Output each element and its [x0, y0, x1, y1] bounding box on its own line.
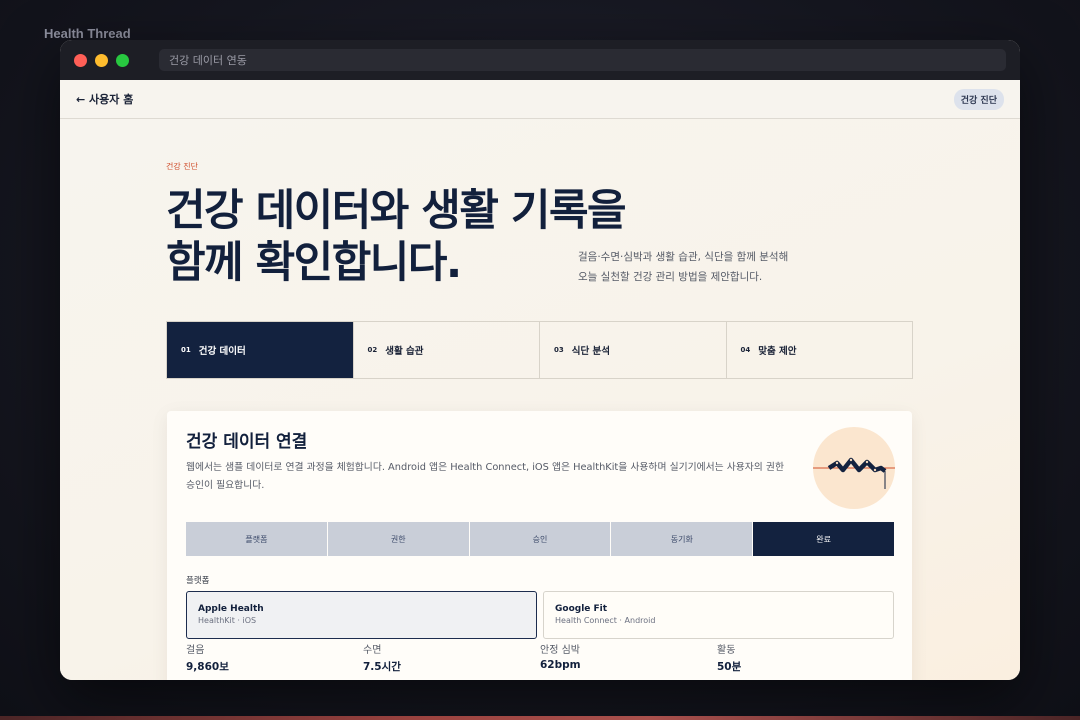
metric-activity: 활동 50분 [717, 641, 894, 674]
card-title: 건강 데이터 연결 [186, 432, 308, 452]
metric-value: 62bpm [540, 659, 581, 671]
tab-complete[interactable]: 완료 [753, 522, 894, 556]
metric-steps: 걸음 9,860보 [186, 641, 363, 674]
page-headline: 건강 데이터와 생활 기록을 함께 확인합니다. [166, 185, 627, 289]
metric-label: 활동 [717, 645, 736, 656]
step-health-data[interactable]: 01 건강 데이터 [167, 322, 354, 378]
health-check-badge[interactable]: 건강 진단 [953, 88, 1004, 110]
tab-approval[interactable]: 승인 [469, 522, 611, 556]
browser-window: 건강 데이터 연동 ← 사용자 홈 건강 진단 건강 진단 건강 데이터와 생활… [60, 40, 1020, 680]
connection-progress-tabs: 플랫폼 권한 승인 동기화 완료 [186, 522, 894, 556]
top-navigation: ← 사용자 홈 건강 진단 [60, 80, 1020, 119]
metric-value: 7.5시간 [363, 661, 401, 673]
minimize-window-button[interactable] [95, 53, 108, 67]
platform-option-google-fit[interactable]: Google Fit Health Connect · Android [543, 591, 894, 639]
metric-label: 안정 심박 [540, 645, 580, 656]
step-number: 04 [740, 346, 751, 354]
intro-line-2: 오늘 실천할 건강 관리 방법을 제안합니다. [578, 271, 763, 283]
platform-option-apple-health[interactable]: Apple Health HealthKit · iOS [186, 591, 537, 639]
metric-label: 수면 [363, 645, 382, 656]
step-number: 01 [181, 346, 191, 354]
platform-subtitle: Health Connect · Android [555, 616, 656, 625]
maximize-window-button[interactable] [116, 53, 129, 67]
tab-permission[interactable]: 권한 [327, 522, 469, 556]
metric-value: 9,860보 [186, 661, 229, 673]
step-navigation: 01 건강 데이터 02 생활 습관 03 식단 분석 04 맞춤 제안 [166, 321, 913, 379]
step-diet-analysis[interactable]: 03 식단 분석 [540, 322, 727, 378]
step-label: 식단 분석 [571, 346, 611, 357]
app-label: Health Thread [44, 26, 131, 41]
metric-sleep: 수면 7.5시간 [363, 641, 540, 674]
platform-section-label: 플랫폼 [186, 576, 210, 586]
headline-line-2: 함께 확인합니다. [166, 238, 462, 288]
metric-label: 걸음 [186, 645, 205, 656]
address-bar[interactable]: 건강 데이터 연동 [159, 49, 1006, 71]
step-label: 건강 데이터 [198, 346, 246, 357]
tab-platform[interactable]: 플랫폼 [186, 522, 327, 556]
intro-text: 걸음·수면·심박과 생활 습관, 식단을 함께 분석해 오늘 실천할 건강 관리… [578, 247, 788, 287]
bottom-accent-glow [0, 716, 1080, 720]
section-eyebrow: 건강 진단 [166, 162, 198, 171]
step-label: 맞춤 제안 [758, 346, 797, 357]
main-content: 건강 진단 건강 데이터와 생활 기록을 함께 확인합니다. 걸음·수면·심박과… [60, 119, 1020, 680]
card-description: 웹에서는 샘플 데이터로 연결 과정을 체험합니다. Android 앱은 He… [186, 462, 784, 491]
step-number: 02 [367, 346, 378, 354]
headline-line-1: 건강 데이터와 생활 기록을 [166, 186, 627, 236]
platform-subtitle: HealthKit · iOS [198, 616, 257, 625]
back-to-user-home-link[interactable]: ← 사용자 홈 [76, 91, 133, 107]
heart-rate-line-icon [813, 427, 895, 509]
platform-name: Apple Health [198, 604, 264, 614]
intro-line-1: 걸음·수면·심박과 생활 습관, 식단을 함께 분석해 [578, 251, 789, 263]
health-data-connect-card: 건강 데이터 연결 웹에서는 샘플 데이터로 연결 과정을 체험합니다. And… [167, 411, 912, 680]
window-titlebar: 건강 데이터 연동 [60, 40, 1020, 80]
health-metrics: 걸음 9,860보 수면 7.5시간 안정 심박 62bpm 활동 50분 [186, 641, 894, 674]
step-lifestyle[interactable]: 02 생활 습관 [354, 322, 540, 378]
tab-sync[interactable]: 동기화 [611, 522, 753, 556]
step-recommendation[interactable]: 04 맞춤 제안 [727, 322, 913, 378]
step-label: 생활 습관 [385, 346, 424, 357]
metric-value: 50분 [717, 661, 742, 673]
platform-name: Google Fit [555, 604, 608, 614]
step-number: 03 [554, 346, 564, 354]
metric-resting-heart-rate: 안정 심박 62bpm [540, 641, 717, 674]
close-window-button[interactable] [74, 53, 87, 67]
